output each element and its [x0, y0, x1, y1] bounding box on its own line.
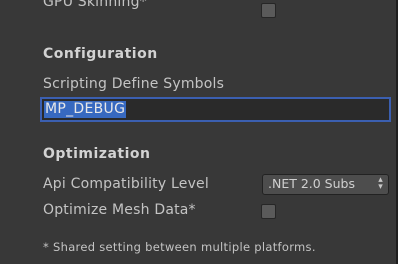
- scripting-define-symbols-value: MP_DEBUG: [44, 101, 127, 118]
- scripting-define-symbols-input[interactable]: MP_DEBUG: [40, 97, 391, 122]
- configuration-header: Configuration: [43, 46, 158, 62]
- optimize-mesh-data-label: Optimize Mesh Data*: [43, 202, 196, 218]
- updown-arrow-icon: ▴ ▾: [378, 175, 383, 192]
- api-compatibility-level-label: Api Compatibility Level: [43, 176, 209, 192]
- api-compatibility-level-dropdown[interactable]: .NET 2.0 Subs ▴ ▾: [262, 174, 389, 195]
- optimize-mesh-data-checkbox[interactable]: [261, 204, 276, 219]
- player-settings-panel: GPU Skinning* Configuration Scripting De…: [0, 0, 398, 264]
- gpu-skinning-checkbox[interactable]: [261, 3, 276, 18]
- scripting-define-symbols-label: Scripting Define Symbols: [43, 76, 225, 92]
- optimization-header: Optimization: [43, 146, 151, 162]
- api-compatibility-level-value: .NET 2.0 Subs: [268, 176, 355, 191]
- shared-setting-footnote: * Shared setting between multiple platfo…: [43, 240, 316, 254]
- gpu-skinning-label: GPU Skinning*: [43, 0, 147, 10]
